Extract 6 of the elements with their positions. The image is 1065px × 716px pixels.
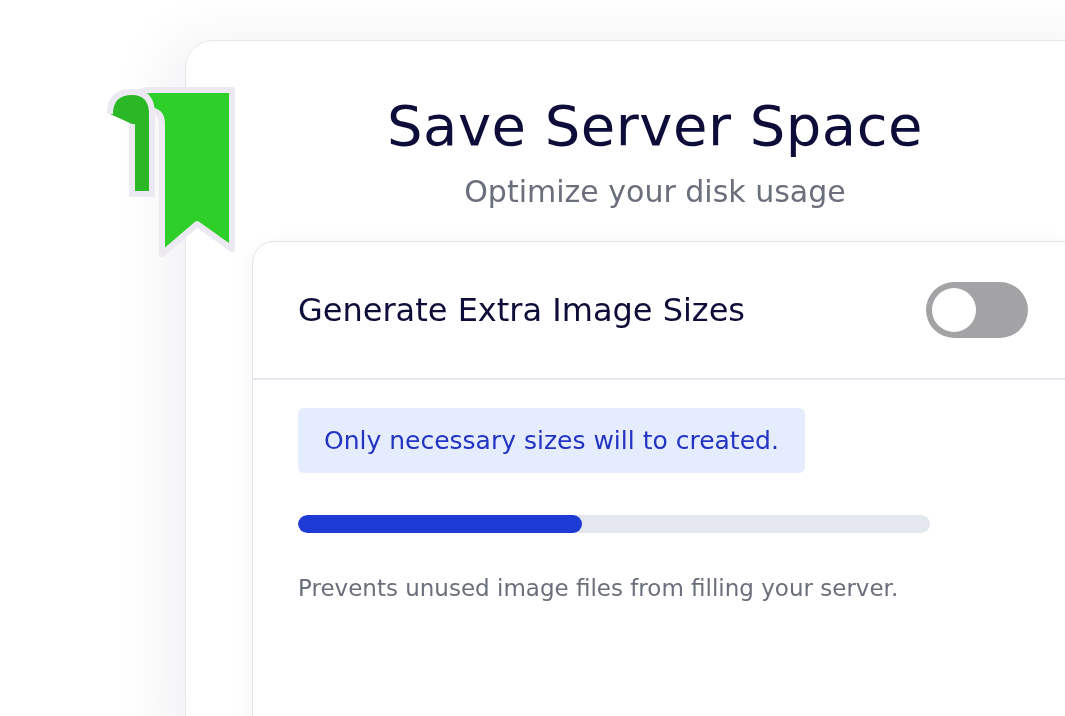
setting-label: Generate Extra Image Sizes bbox=[298, 291, 745, 329]
toggle-switch[interactable] bbox=[926, 282, 1028, 338]
subtitle: Optimize your disk usage bbox=[464, 174, 846, 209]
title: Save Server Space bbox=[387, 93, 923, 158]
notice: Only necessary sizes will to created. bbox=[298, 408, 805, 473]
description: Prevents unused image files from filling your server. bbox=[298, 575, 899, 601]
